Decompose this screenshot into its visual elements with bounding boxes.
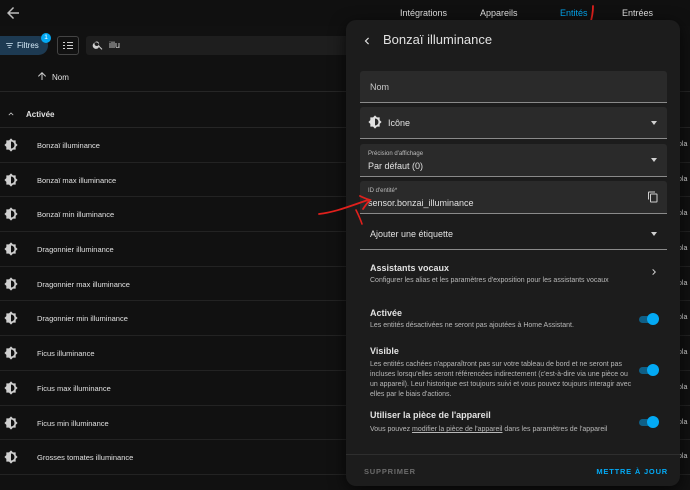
chevron-up-icon[interactable] bbox=[6, 109, 16, 119]
visible-desc: Les entités cachées n'apparaîtront pas s… bbox=[370, 361, 632, 398]
row-name: Dragonnier min illuminance bbox=[37, 314, 128, 324]
voice-assistants-title: Assistants vocaux bbox=[370, 263, 450, 273]
red-annotation-arrow bbox=[316, 188, 376, 228]
brightness-icon bbox=[368, 115, 382, 129]
edit-device-area-link[interactable]: modifier la pièce de l'appareil bbox=[412, 426, 502, 433]
enabled-toggle[interactable] bbox=[638, 313, 659, 325]
enabled-title: Activée bbox=[370, 308, 403, 318]
filters-label: Filtres bbox=[17, 41, 39, 50]
row-name: Ficus min illuminance bbox=[37, 418, 109, 428]
use-device-area-title: Utiliser la pièce de l'appareil bbox=[370, 410, 491, 420]
row-name: Bonzaï max illuminance bbox=[37, 175, 117, 185]
delete-button[interactable]: SUPPRIMER bbox=[364, 467, 416, 476]
filter-count-badge: 1 bbox=[41, 33, 51, 43]
add-label-field[interactable]: Ajouter une étiquette bbox=[360, 218, 667, 250]
visible-toggle[interactable] bbox=[638, 364, 659, 376]
row-name: Dragonnier max illuminance bbox=[37, 279, 130, 289]
toggle-thumb bbox=[647, 416, 659, 428]
group-label: Activée bbox=[26, 110, 55, 119]
search-icon bbox=[92, 41, 103, 50]
filter-icon bbox=[6, 43, 13, 48]
row-name: Bonzaï min illuminance bbox=[37, 210, 115, 220]
name-placeholder: Nom bbox=[370, 82, 390, 92]
dialog-footer: SUPPRIMER METTRE À JOUR bbox=[346, 454, 680, 486]
entity-settings-dialog: Bonzaï illuminance Nom Icône Précision d… bbox=[346, 20, 680, 486]
entity-id-field[interactable]: ID d'entité* sensor.bonzai_illuminance bbox=[360, 181, 667, 214]
brightness-icon bbox=[4, 346, 18, 360]
brightness-icon bbox=[4, 311, 18, 326]
display-precision-select[interactable]: Précision d'affichage Par défaut (0) bbox=[360, 144, 667, 177]
voice-assistants-desc: Configurer les alias et les paramètres d… bbox=[370, 277, 609, 284]
precision-label: Précision d'affichage bbox=[368, 151, 424, 157]
dropdown-caret-icon bbox=[651, 158, 657, 162]
brightness-icon bbox=[4, 277, 18, 291]
name-field[interactable]: Nom bbox=[360, 71, 667, 103]
search-box[interactable] bbox=[86, 36, 386, 55]
brightness-icon bbox=[4, 242, 18, 256]
entity-id-value: sensor.bonzai_illuminance bbox=[368, 198, 474, 208]
chevron-left-icon[interactable] bbox=[360, 34, 374, 48]
precision-value: Par défaut (0) bbox=[368, 161, 424, 171]
desc-suffix: dans les paramètres de l'appareil bbox=[502, 426, 608, 433]
selection-mode-button[interactable] bbox=[57, 36, 79, 55]
label-placeholder: Ajouter une étiquette bbox=[370, 229, 454, 239]
brightness-icon bbox=[4, 207, 18, 221]
back-arrow-icon[interactable] bbox=[4, 4, 22, 22]
update-button[interactable]: METTRE À JOUR bbox=[596, 467, 668, 476]
brightness-icon bbox=[4, 450, 18, 464]
use-device-area-toggle[interactable] bbox=[638, 416, 659, 428]
row-name: Ficus max illuminance bbox=[37, 383, 111, 393]
enabled-desc: Les entités désactivées ne seront pas aj… bbox=[370, 322, 574, 329]
use-device-area-desc: Vous pouvez modifier la pièce de l'appar… bbox=[370, 425, 640, 435]
column-name-header[interactable]: Nom bbox=[52, 73, 69, 82]
brightness-icon bbox=[4, 381, 18, 395]
icon-label: Icône bbox=[388, 118, 411, 128]
icon-field[interactable]: Icône bbox=[360, 107, 667, 139]
dropdown-caret-icon bbox=[651, 121, 657, 125]
filters-button[interactable]: Filtres 1 bbox=[0, 33, 51, 55]
brightness-icon bbox=[4, 173, 18, 187]
dropdown-caret-icon bbox=[651, 232, 657, 236]
desc-prefix: Vous pouvez bbox=[370, 426, 413, 433]
brightness-icon bbox=[4, 138, 18, 152]
visible-title: Visible bbox=[370, 346, 399, 356]
toggle-thumb bbox=[647, 364, 659, 376]
list-select-icon bbox=[63, 42, 73, 49]
copy-icon[interactable] bbox=[647, 191, 659, 203]
row-name: Grosses tomates illuminance bbox=[37, 453, 134, 463]
chevron-right-icon bbox=[652, 269, 656, 275]
toggle-thumb bbox=[647, 313, 659, 325]
row-name: Ficus illuminance bbox=[37, 349, 95, 359]
row-name: Bonzaï illuminance bbox=[37, 141, 100, 150]
voice-assistants-row[interactable]: Assistants vocaux Configurer les alias e… bbox=[346, 258, 680, 292]
search-input[interactable] bbox=[109, 36, 309, 55]
row-name: Dragonnier illuminance bbox=[37, 245, 114, 255]
brightness-icon bbox=[4, 415, 18, 430]
dialog-title: Bonzaï illuminance bbox=[383, 32, 493, 47]
sort-ascending-icon[interactable] bbox=[36, 70, 48, 82]
